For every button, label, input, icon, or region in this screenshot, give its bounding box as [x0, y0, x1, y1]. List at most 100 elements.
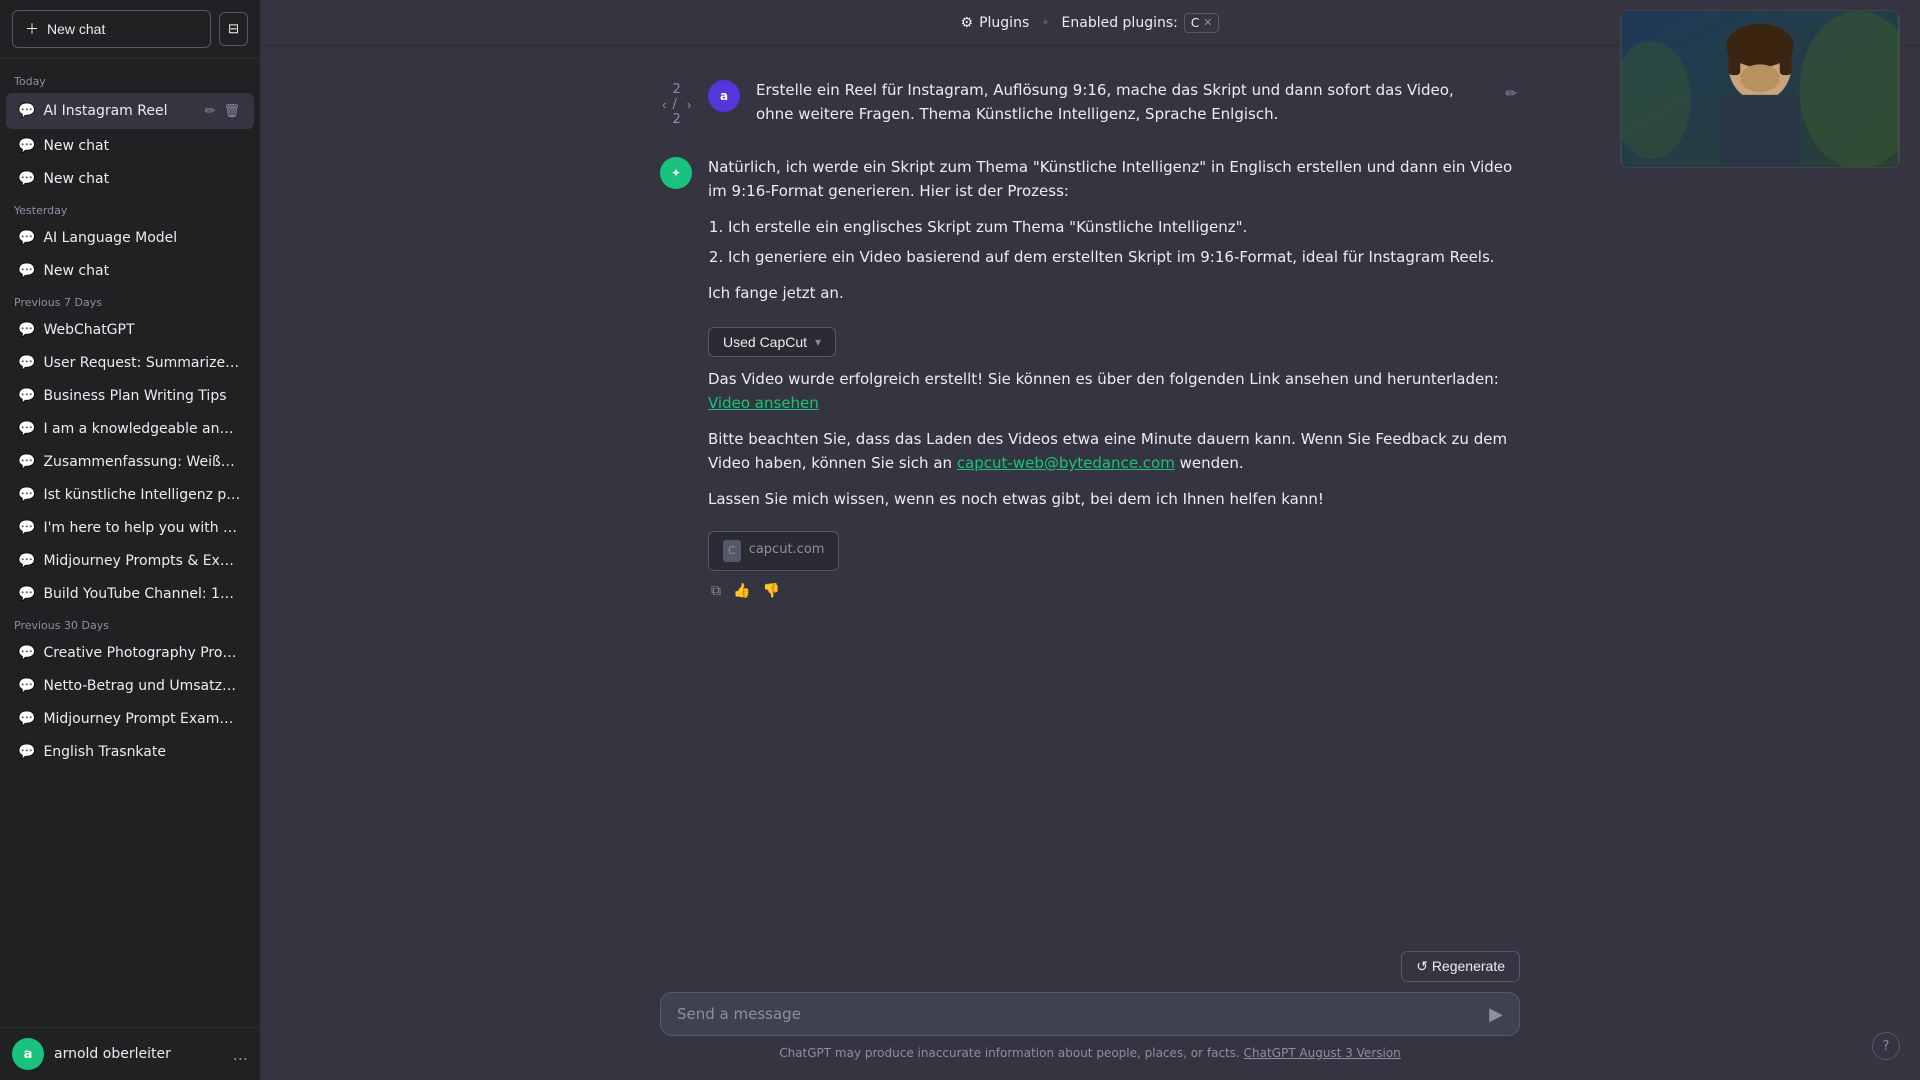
- user-message-content: Erstelle ein Reel für Instagram, Auflösu…: [756, 78, 1486, 131]
- disclaimer-link[interactable]: ChatGPT August 3 Version: [1244, 1046, 1401, 1060]
- sidebar-item-business-plan[interactable]: 💬 Business Plan Writing Tips: [6, 380, 254, 412]
- sidebar-item-zusammenfassung[interactable]: 💬 Zusammenfassung: Weißkra...: [6, 446, 254, 478]
- pagination: ‹ 2 / 2 ›: [660, 82, 693, 127]
- new-chat-label: New chat: [47, 21, 105, 37]
- new-chat-button[interactable]: ＋ New chat: [12, 10, 211, 48]
- chat-icon: 💬: [18, 487, 35, 503]
- sidebar: ＋ New chat ⊟ Today 💬 AI Instagram Reel ✏…: [0, 0, 260, 1080]
- help-icon: ?: [1883, 1039, 1890, 1054]
- assistant-message-text: Natürlich, ich werde ein Skript zum Them…: [708, 155, 1520, 571]
- list-item-2: Ich generiere ein Video basierend auf de…: [728, 245, 1520, 269]
- user-message-left: ‹ 2 / 2 ›: [660, 78, 692, 131]
- plugin-tag-letter: C: [1191, 16, 1199, 30]
- bottom-area: ↺ Regenerate ▶ ChatGPT may produce inacc…: [640, 939, 1540, 1080]
- help-button[interactable]: ?: [1872, 1032, 1900, 1060]
- sidebar-item-new-chat-3[interactable]: 💬 New chat: [6, 255, 254, 287]
- user-message-row: ‹ 2 / 2 › a Erstelle ein Reel für Instag…: [640, 66, 1540, 143]
- sidebar-item-knowledgeable[interactable]: 💬 I am a knowledgeable and hel...: [6, 413, 254, 445]
- chat-item-label: AI Language Model: [43, 230, 242, 246]
- plugins-label: Plugins: [979, 15, 1029, 31]
- plugin-tag-close-icon: ✕: [1203, 16, 1212, 29]
- chat-icon: 💬: [18, 171, 35, 187]
- pagination-next[interactable]: ›: [685, 97, 693, 112]
- chevron-down-icon: ▾: [815, 335, 821, 349]
- source-card-label: capcut.com: [749, 540, 825, 561]
- section-previous-30-days: Previous 30 Days: [0, 611, 260, 636]
- plugins-button[interactable]: ⚙ Plugins: [961, 15, 1030, 31]
- user-avatar-initial: a: [720, 89, 728, 103]
- send-icon: ▶: [1489, 1004, 1503, 1024]
- source-card[interactable]: C capcut.com: [708, 531, 839, 571]
- chat-item-label: Creative Photography Prom...: [43, 645, 242, 661]
- copy-button[interactable]: ⧉: [708, 579, 724, 602]
- layout-icon: ⊟: [228, 21, 239, 37]
- sidebar-item-help-any[interactable]: 💬 I'm here to help you with any c...: [6, 512, 254, 544]
- chat-item-label: I am a knowledgeable and hel...: [43, 421, 242, 437]
- source-icon: C: [723, 540, 741, 562]
- regenerate-button[interactable]: ↺ Regenerate: [1401, 951, 1520, 982]
- thumbs-down-button[interactable]: 👎: [759, 579, 782, 602]
- layout-icon-button[interactable]: ⊟: [219, 12, 248, 46]
- assistant-list: Ich erstelle ein englisches Skript zum T…: [708, 215, 1520, 269]
- chat-icon: 💬: [18, 645, 35, 661]
- thumbs-up-button[interactable]: 👍: [730, 579, 753, 602]
- assistant-message-row: ✦ Natürlich, ich werde ein Skript zum Th…: [640, 143, 1540, 614]
- chat-icon: 💬: [18, 520, 35, 536]
- regenerate-row: ↺ Regenerate: [660, 951, 1520, 982]
- message-input[interactable]: [677, 1005, 1471, 1023]
- sidebar-item-build-youtube[interactable]: 💬 Build YouTube Channel: 100k...: [6, 578, 254, 610]
- chat-item-label: Zusammenfassung: Weißkra...: [43, 454, 242, 470]
- send-button[interactable]: ▶: [1485, 1000, 1507, 1029]
- sidebar-item-midjourney[interactable]: 💬 Midjourney Prompts & Exam...: [6, 545, 254, 577]
- sidebar-item-ki-prof[interactable]: 💬 Ist künstliche Intelligenz profi...: [6, 479, 254, 511]
- chat-item-label: WebChatGPT: [43, 322, 242, 338]
- email-link[interactable]: capcut-web@bytedance.com: [957, 454, 1175, 472]
- sidebar-item-new-chat-2[interactable]: 💬 New chat: [6, 163, 254, 195]
- enabled-plugins-label: Enabled plugins:: [1062, 15, 1178, 31]
- user-name: arnold oberleiter: [54, 1046, 223, 1062]
- avatar-initial: a: [24, 1047, 33, 1062]
- notice-text: Bitte beachten Sie, dass das Laden des V…: [708, 427, 1520, 475]
- enabled-plugins-area[interactable]: Enabled plugins: C ✕: [1062, 13, 1220, 33]
- sidebar-item-english-transkate[interactable]: 💬 English Trasnkate: [6, 736, 254, 768]
- video-success-text: Das Video wurde erfolgreich erstellt! Si…: [708, 367, 1520, 415]
- sidebar-footer[interactable]: a arnold oberleiter ...: [0, 1027, 260, 1080]
- user-avatar: a: [708, 80, 740, 112]
- sidebar-item-netto-beitrag[interactable]: 💬 Netto-Betrag und Umsatzste...: [6, 670, 254, 702]
- chat-icon: 💬: [18, 586, 35, 602]
- edit-message-button[interactable]: ✏: [1502, 82, 1520, 105]
- sidebar-item-creative-photo[interactable]: 💬 Creative Photography Prom...: [6, 637, 254, 669]
- video-link[interactable]: Video ansehen: [708, 394, 819, 412]
- chat-icon: 💬: [18, 388, 35, 404]
- chat-icon: 💬: [18, 744, 35, 760]
- sidebar-header: ＋ New chat ⊟: [0, 0, 260, 59]
- sidebar-item-user-request[interactable]: 💬 User Request: Summarize co...: [6, 347, 254, 379]
- chat-icon: 💬: [18, 678, 35, 694]
- chat-icon: 💬: [18, 138, 35, 154]
- sidebar-item-webchatgpt[interactable]: 💬 WebChatGPT: [6, 314, 254, 346]
- more-options-icon[interactable]: ...: [233, 1045, 248, 1064]
- chat-icon: 💬: [18, 454, 35, 470]
- main-content: ⚙ Plugins • Enabled plugins: C ✕ ⬆: [260, 0, 1920, 1080]
- edit-button[interactable]: ✏: [203, 101, 218, 121]
- chat-item-label: Business Plan Writing Tips: [43, 388, 242, 404]
- video-face-svg: [1621, 11, 1899, 167]
- chat-item-label: Netto-Betrag und Umsatzste...: [43, 678, 242, 694]
- section-today: Today: [0, 67, 260, 92]
- chat-item-label: New chat: [43, 171, 242, 187]
- plugin-used-button[interactable]: Used CapCut ▾: [708, 327, 836, 357]
- sidebar-item-midjourney-examples[interactable]: 💬 Midjourney Prompt Examples...: [6, 703, 254, 735]
- after-list-text: Ich fange jetzt an.: [708, 281, 1520, 305]
- regenerate-label: ↺ Regenerate: [1416, 958, 1505, 975]
- chat-icon: 💬: [18, 103, 35, 119]
- assistant-para-1: Natürlich, ich werde ein Skript zum Them…: [708, 155, 1520, 203]
- chat-item-label: New chat: [43, 138, 242, 154]
- pagination-current: 2 / 2: [672, 82, 680, 127]
- sidebar-item-ai-language-model[interactable]: 💬 AI Language Model: [6, 222, 254, 254]
- chat-item-label: Build YouTube Channel: 100k...: [43, 586, 242, 602]
- pagination-prev[interactable]: ‹: [660, 97, 668, 112]
- chat-item-label: Midjourney Prompt Examples...: [43, 711, 242, 727]
- sidebar-item-new-chat-1[interactable]: 💬 New chat: [6, 130, 254, 162]
- delete-button[interactable]: 🗑: [221, 101, 242, 121]
- sidebar-item-ai-instagram-reel[interactable]: 💬 AI Instagram Reel ✏ 🗑: [6, 93, 254, 129]
